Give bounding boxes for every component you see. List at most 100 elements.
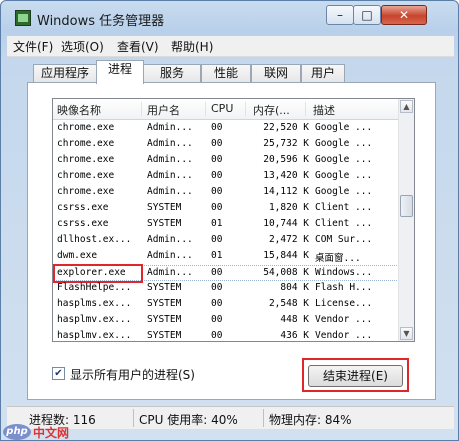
column-header-description[interactable]: 描述 [313, 102, 393, 117]
status-cpu-usage: CPU 使用率: 40% [139, 413, 238, 427]
process-row[interactable]: dwm.exe Admin... 01 15,844 K 桌面窗... [53, 249, 401, 265]
process-cell-desc: Google ... [315, 186, 373, 197]
process-cell-desc: Google ... [315, 122, 373, 133]
title-bar[interactable]: Windows 任务管理器 – □ ✕ [7, 3, 457, 33]
process-cell-desc: Google ... [315, 138, 373, 149]
process-cell-user: SYSTEM [147, 218, 182, 229]
process-cell-desc: Windows... [315, 267, 373, 278]
process-row[interactable]: chrome.exe Admin... 00 22,520 K Google ... [53, 121, 401, 137]
process-row[interactable]: explorer.exe Admin... 00 54,008 K Windows... [53, 264, 401, 283]
process-cell-mem: 2,548 K [268, 298, 309, 309]
process-row[interactable]: hasplms.ex... SYSTEM 00 2,548 K License... [53, 297, 401, 313]
watermark-text: 中文网 [33, 426, 70, 440]
process-row[interactable]: chrome.exe Admin... 00 13,420 K Google ... [53, 169, 401, 185]
process-cell-name: csrss.exe [57, 218, 109, 229]
process-cell-cpu: 00 [211, 186, 223, 197]
status-divider [133, 409, 134, 427]
menu-help[interactable]: 帮助(H) [171, 38, 213, 55]
show-all-users-checkbox[interactable]: ✔ [52, 367, 65, 380]
window-title: Windows 任务管理器 [37, 14, 165, 29]
process-row[interactable]: csrss.exe SYSTEM 01 10,744 K Client ... [53, 217, 401, 233]
process-cell-name: chrome.exe [57, 122, 115, 133]
watermark: php 中文网 [3, 423, 83, 441]
process-cell-cpu: 00 [211, 138, 223, 149]
status-divider [263, 409, 264, 427]
process-cell-desc: License... [315, 298, 373, 309]
process-row[interactable]: hasplmv.ex... SYSTEM 00 448 K Vendor ... [53, 313, 401, 329]
process-cell-cpu: 00 [211, 202, 223, 213]
minimize-button[interactable]: – [326, 5, 354, 25]
process-cell-user: Admin... [147, 138, 193, 149]
maximize-button[interactable]: □ [353, 5, 381, 25]
process-cell-user: Admin... [147, 250, 193, 261]
process-cell-user: SYSTEM [147, 202, 182, 213]
process-cell-mem: 20,596 K [263, 154, 309, 165]
column-header-user-name[interactable]: 用户名 [147, 102, 206, 117]
process-cell-desc: Vendor ... [315, 314, 373, 325]
process-cell-name: hasplmv.ex... [57, 330, 132, 341]
process-row[interactable]: csrss.exe SYSTEM 00 1,820 K Client ... [53, 201, 401, 217]
tab-networking[interactable]: 联网 [251, 64, 301, 83]
process-cell-cpu: 00 [211, 154, 223, 165]
process-cell-name: chrome.exe [57, 170, 115, 181]
tab-strip: 应用程序 进程 服务 性能 联网 用户 [7, 59, 454, 84]
menu-file[interactable]: 文件(F) [13, 38, 53, 55]
process-cell-cpu: 00 [211, 314, 223, 325]
process-row[interactable]: chrome.exe Admin... 00 14,112 K Google ... [53, 185, 401, 201]
process-row[interactable]: FlashHelpe... SYSTEM 00 804 K Flash H... [53, 281, 401, 297]
scroll-up-icon[interactable]: ▲ [400, 100, 413, 113]
scroll-thumb[interactable] [400, 195, 413, 217]
process-cell-cpu: 00 [211, 122, 223, 133]
process-cell-mem: 14,112 K [263, 186, 309, 197]
process-cell-cpu: 00 [211, 282, 223, 293]
tab-services[interactable]: 服务 [143, 64, 201, 83]
scroll-down-icon[interactable]: ▼ [400, 327, 413, 340]
process-row[interactable]: chrome.exe Admin... 00 25,732 K Google ... [53, 137, 401, 153]
process-cell-mem: 1,820 K [268, 202, 309, 213]
process-cell-mem: 10,744 K [263, 218, 309, 229]
process-cell-mem: 22,520 K [263, 122, 309, 133]
process-cell-mem: 54,008 K [263, 267, 309, 278]
column-header-cpu[interactable]: CPU [211, 102, 246, 116]
process-cell-cpu: 01 [211, 218, 223, 229]
menu-bar: 文件(F) 选项(O) 查看(V) 帮助(H) [7, 36, 454, 57]
process-row[interactable]: dllhost.ex... Admin... 00 2,472 K COM Sur... [53, 233, 401, 249]
process-cell-desc: Google ... [315, 170, 373, 181]
process-row[interactable]: chrome.exe Admin... 00 20,596 K Google ... [53, 153, 401, 169]
process-cell-user: SYSTEM [147, 330, 182, 341]
tab-users[interactable]: 用户 [301, 64, 345, 83]
process-list[interactable]: 映像名称 用户名 CPU 内存(... 描述 chrome.exe Admin..… [52, 98, 415, 342]
vertical-scrollbar[interactable]: ▲ ▼ [398, 99, 414, 341]
task-manager-window: Windows 任务管理器 – □ ✕ 文件(F) 选项(O) 查看(V) 帮助… [0, 0, 459, 441]
process-cell-name: dwm.exe [57, 250, 98, 261]
process-cell-user: Admin... [147, 267, 193, 278]
tab-performance[interactable]: 性能 [201, 64, 251, 83]
process-cell-user: Admin... [147, 170, 193, 181]
process-cell-name: hasplms.ex... [57, 298, 132, 309]
status-physical-memory: 物理内存: 84% [269, 413, 352, 427]
process-cell-name: chrome.exe [57, 154, 115, 165]
process-cell-desc: Flash H... [315, 282, 373, 293]
process-cell-user: Admin... [147, 122, 193, 133]
close-button[interactable]: ✕ [381, 5, 427, 25]
menu-options[interactable]: 选项(O) [61, 38, 104, 55]
process-cell-mem: 25,732 K [263, 138, 309, 149]
show-all-users-label: 显示所有用户的进程(S) [70, 368, 195, 382]
column-header-memory[interactable]: 内存(... [253, 102, 306, 117]
process-cell-name: FlashHelpe... [57, 282, 132, 293]
processes-panel: 映像名称 用户名 CPU 内存(... 描述 chrome.exe Admin..… [27, 82, 436, 400]
process-cell-mem: 448 K [280, 314, 309, 325]
process-cell-mem: 15,844 K [263, 250, 309, 261]
process-cell-name: dllhost.ex... [57, 234, 132, 245]
process-cell-mem: 2,472 K [268, 234, 309, 245]
menu-view[interactable]: 查看(V) [117, 38, 159, 55]
process-cell-cpu: 00 [211, 298, 223, 309]
column-header-image-name[interactable]: 映像名称 [57, 102, 142, 117]
process-cell-name: hasplmv.ex... [57, 314, 132, 325]
tab-processes[interactable]: 进程 [96, 60, 144, 84]
watermark-logo: php [3, 424, 31, 440]
tab-applications[interactable]: 应用程序 [33, 64, 97, 83]
process-cell-user: Admin... [147, 186, 193, 197]
process-row[interactable]: hasplmv.ex... SYSTEM 00 436 K Vendor ... [53, 329, 401, 341]
process-cell-cpu: 00 [211, 170, 223, 181]
